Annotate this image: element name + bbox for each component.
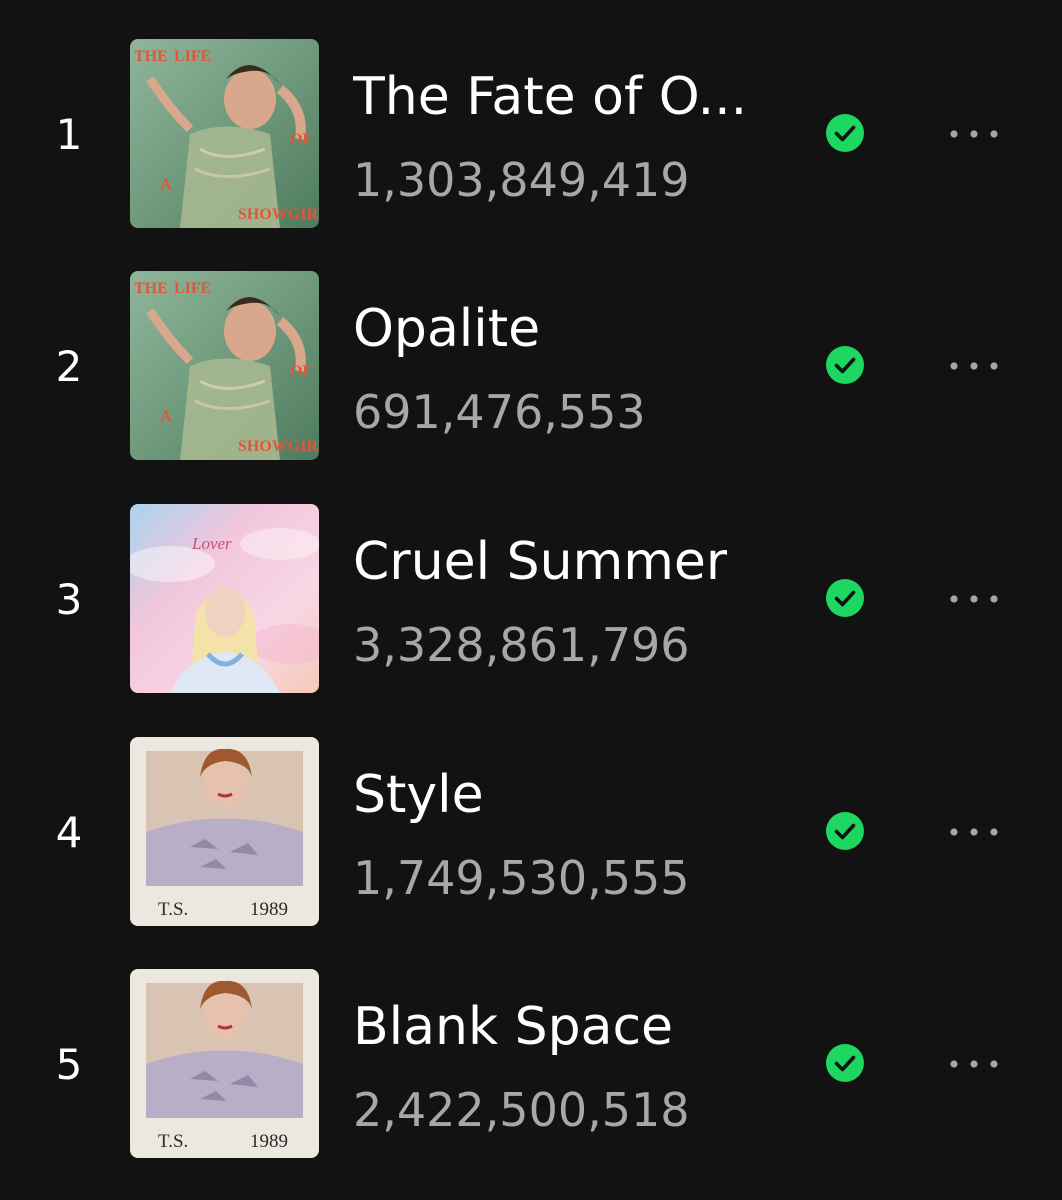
track-rank: 4 (55, 808, 83, 857)
cover-text: OF (290, 131, 312, 148)
album-cover-the-life-of-a-showgirl: THE LIFE OF A SHOWGIRL (130, 39, 319, 228)
album-cover-1989: T.S. 1989 (130, 969, 319, 1158)
more-options-icon[interactable] (944, 118, 1004, 150)
track-row[interactable]: 2 THE LIFE OF A SHOWGIR Opalite 691,476,… (0, 271, 1062, 461)
cover-text: T.S. (158, 1131, 188, 1152)
track-title: Style (353, 765, 484, 825)
more-options-icon[interactable] (944, 816, 1004, 848)
check-circle-icon[interactable] (825, 811, 865, 851)
track-rank: 2 (55, 342, 83, 391)
cover-text: LIFE (174, 280, 211, 297)
cover-text: SHOWGIRL (238, 438, 319, 455)
track-row[interactable]: 5 T.S. 1989 Blank Space 2,422,500,518 (0, 969, 1062, 1159)
cover-text: A (160, 408, 172, 425)
cover-text: 1989 (250, 1131, 288, 1152)
cover-text: SHOWGIRL (238, 206, 319, 223)
track-rank: 3 (55, 575, 83, 624)
check-circle-icon[interactable] (825, 113, 865, 153)
track-title: Opalite (353, 299, 541, 359)
cover-text: 1989 (250, 899, 288, 920)
more-options-icon[interactable] (944, 350, 1004, 382)
track-rank: 5 (55, 1040, 83, 1089)
cover-text: Lover (191, 534, 232, 553)
track-row[interactable]: 1 THE LIFE OF A SHOWGIR The Fate of O...… (0, 39, 1062, 229)
cover-text: T.S. (158, 899, 188, 920)
cover-text: A (160, 176, 172, 193)
album-cover-1989: T.S. 1989 (130, 737, 319, 926)
album-cover-lover: Lover (130, 504, 319, 693)
popular-tracks-list: 1 THE LIFE OF A SHOWGIR The Fate of O...… (0, 0, 1062, 1200)
track-play-count: 3,328,861,796 (353, 618, 690, 672)
track-title: The Fate of O... (353, 67, 748, 127)
track-play-count: 691,476,553 (353, 385, 646, 439)
track-row[interactable]: 3 Lover Cruel Summer 3,328,861,796 (0, 504, 1062, 694)
track-rank: 1 (55, 110, 83, 159)
more-options-icon[interactable] (944, 1048, 1004, 1080)
cover-text: OF (290, 363, 312, 380)
cover-text: THE (134, 280, 168, 297)
track-play-count: 2,422,500,518 (353, 1083, 690, 1137)
check-circle-icon[interactable] (825, 1043, 865, 1083)
track-play-count: 1,303,849,419 (353, 153, 690, 207)
album-cover-the-life-of-a-showgirl: THE LIFE OF A SHOWGIRL (130, 271, 319, 460)
check-circle-icon[interactable] (825, 345, 865, 385)
track-title: Blank Space (353, 997, 674, 1057)
check-circle-icon[interactable] (825, 578, 865, 618)
track-title: Cruel Summer (353, 532, 728, 592)
more-options-icon[interactable] (944, 583, 1004, 615)
cover-text: LIFE (174, 48, 211, 65)
cover-text: THE (134, 48, 168, 65)
track-play-count: 1,749,530,555 (353, 851, 690, 905)
track-row[interactable]: 4 T.S. 1989 Style 1,749,530,555 (0, 737, 1062, 927)
